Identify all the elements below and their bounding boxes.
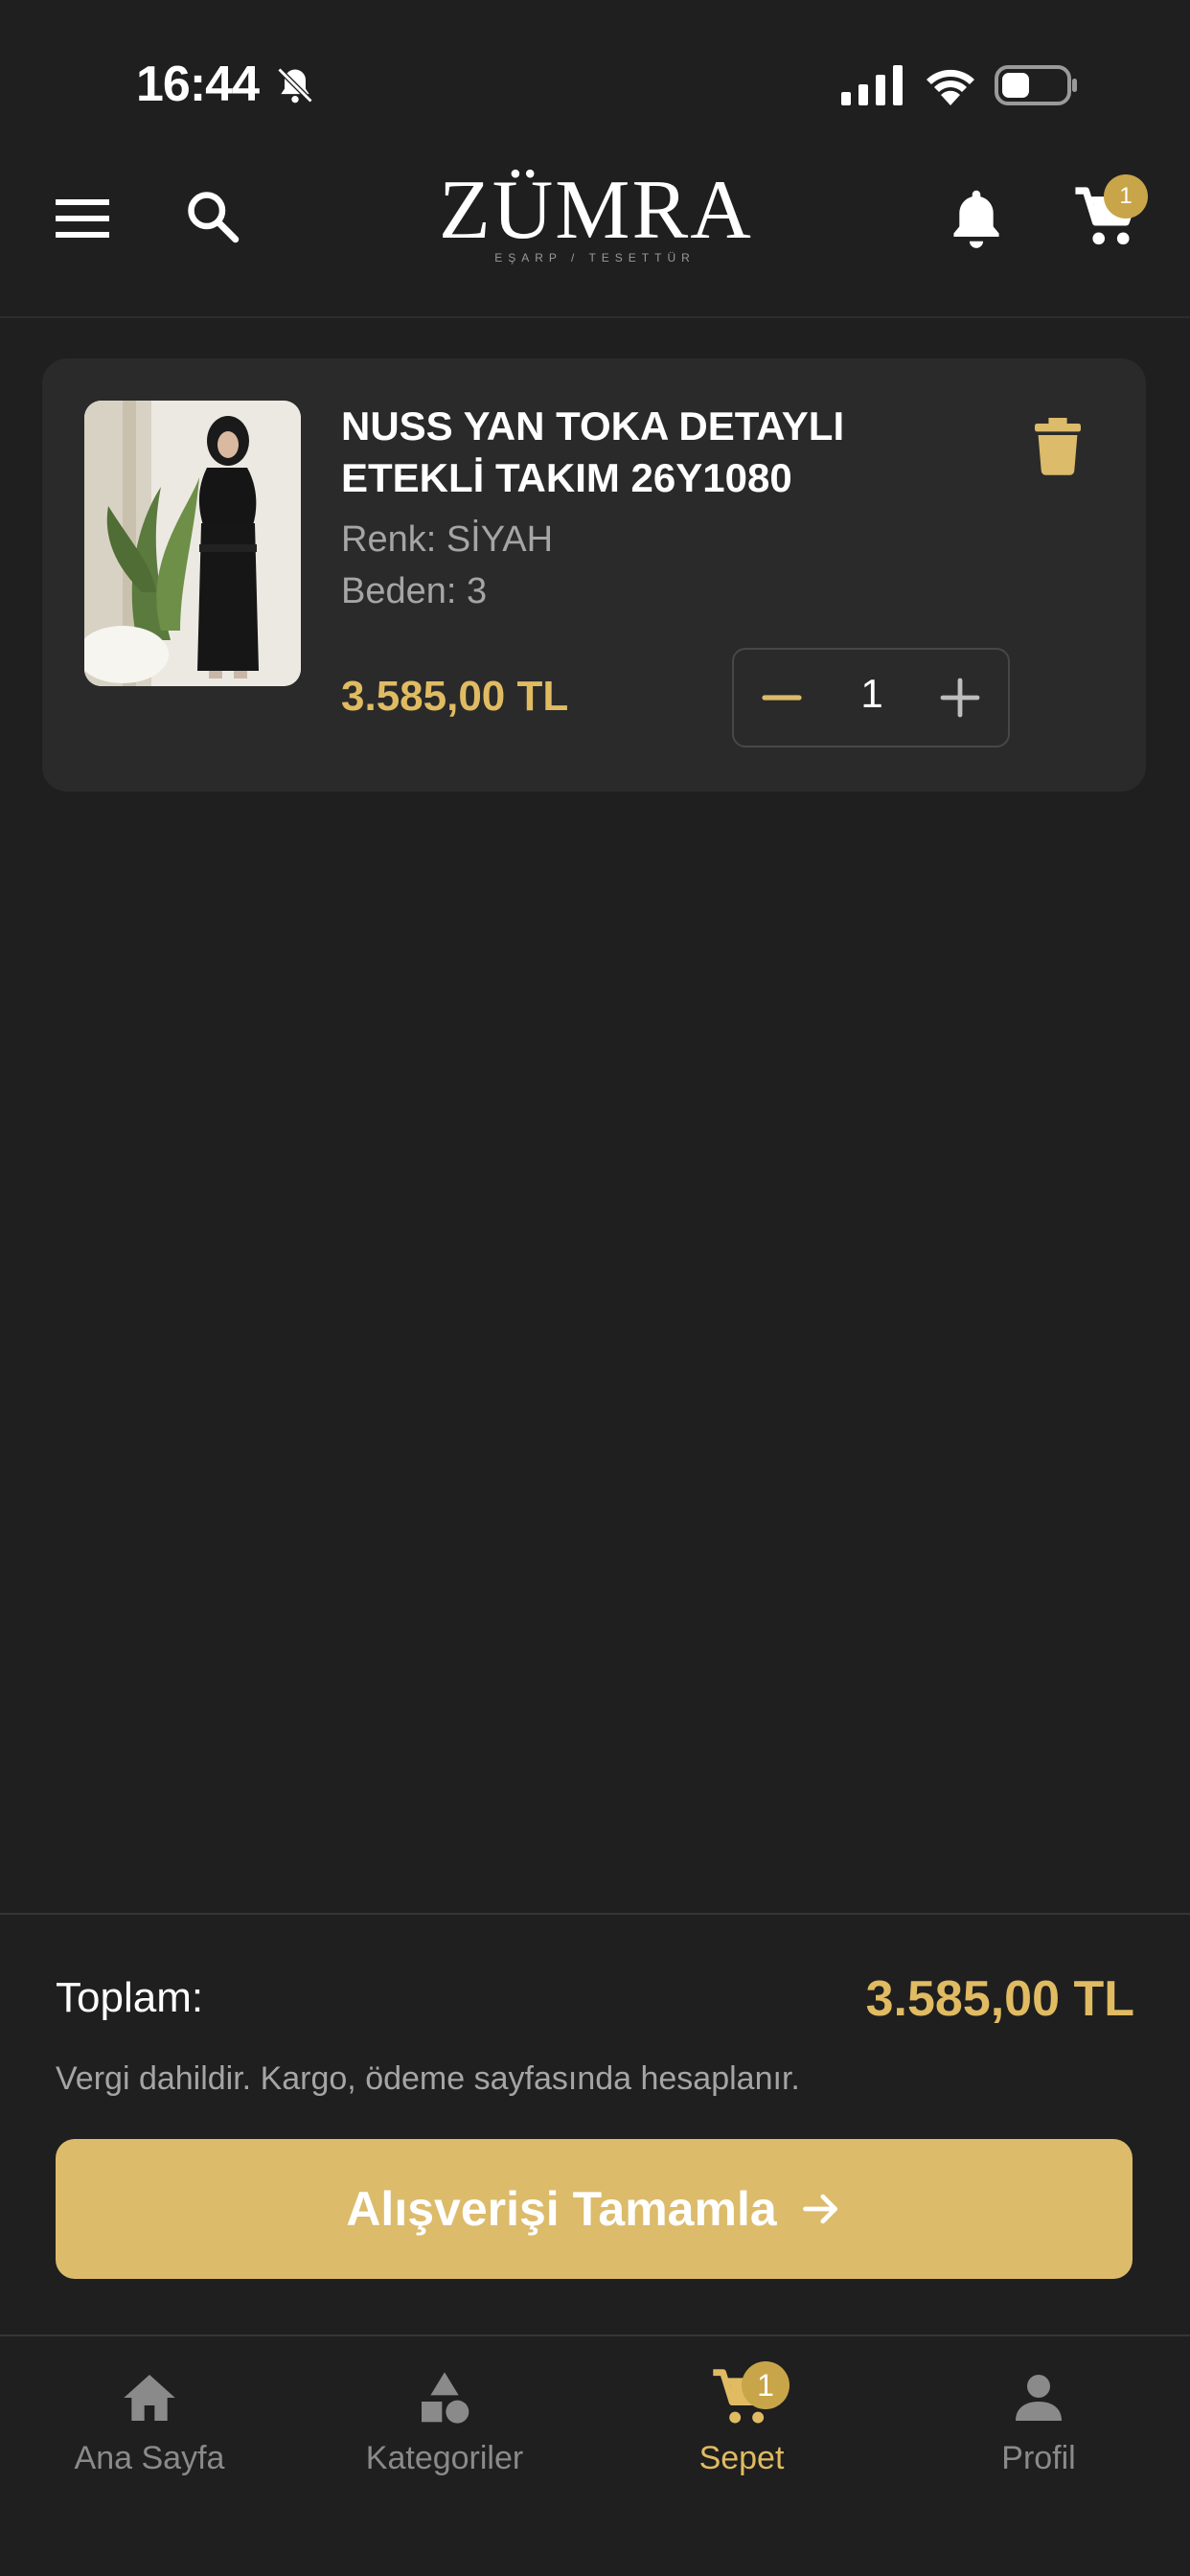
tax-note: Vergi dahildir. Kargo, ödeme sayfasında …	[56, 2060, 800, 2097]
quantity-value: 1	[860, 671, 883, 716]
menu-icon[interactable]	[56, 197, 109, 240]
logo-wordmark: ZÜMRA	[439, 164, 753, 257]
search-icon[interactable]	[184, 188, 241, 245]
wifi-icon	[927, 69, 974, 105]
checkout-label: Alışverişi Tamamla	[346, 2182, 777, 2236]
tab-home[interactable]: Ana Sayfa	[34, 2367, 264, 2477]
plus-icon[interactable]	[937, 675, 983, 721]
signal-icon	[841, 65, 903, 105]
tab-profile-label: Profil	[1001, 2440, 1076, 2476]
minus-icon[interactable]	[759, 675, 805, 721]
tab-cart-badge: 1	[742, 2361, 790, 2409]
product-name[interactable]: NUSS YAN TOKA DETAYLI ETEKLİ TAKIM 26Y10…	[341, 401, 935, 504]
categories-icon	[422, 2372, 469, 2424]
product-image[interactable]	[84, 401, 301, 686]
checkout-button[interactable]: Alışverişi Tamamla	[56, 2139, 1133, 2279]
summary-divider	[0, 1913, 1190, 1915]
status-time: 16:44	[136, 57, 260, 112]
home-icon	[124, 2375, 175, 2421]
product-size: Beden: 3	[341, 571, 488, 611]
tab-profile[interactable]: Profil	[924, 2367, 1154, 2477]
product-price: 3.585,00 TL	[341, 673, 569, 720]
header-divider	[0, 316, 1190, 318]
tab-categories[interactable]: Kategoriler	[330, 2367, 560, 2477]
product-color: Renk: SİYAH	[341, 519, 554, 560]
bell-off-icon	[277, 67, 313, 104]
total-label: Toplam:	[56, 1974, 204, 2021]
tab-cart-label: Sepet	[698, 2440, 785, 2476]
battery-icon	[995, 65, 1077, 105]
brand-logo[interactable]: ZÜMRA EŞARP / TESETTÜR	[439, 165, 751, 270]
total-value: 3.585,00 TL	[865, 1971, 1134, 2027]
trash-icon[interactable]	[1035, 418, 1081, 475]
tabbar-divider	[0, 2334, 1190, 2336]
bell-icon[interactable]	[949, 186, 1004, 249]
tab-categories-label: Kategoriler	[365, 2440, 524, 2476]
profile-icon	[1016, 2375, 1062, 2421]
arrow-right-icon	[802, 2194, 837, 2224]
cart-count-badge: 1	[1104, 174, 1148, 218]
tab-home-label: Ana Sayfa	[74, 2440, 225, 2476]
